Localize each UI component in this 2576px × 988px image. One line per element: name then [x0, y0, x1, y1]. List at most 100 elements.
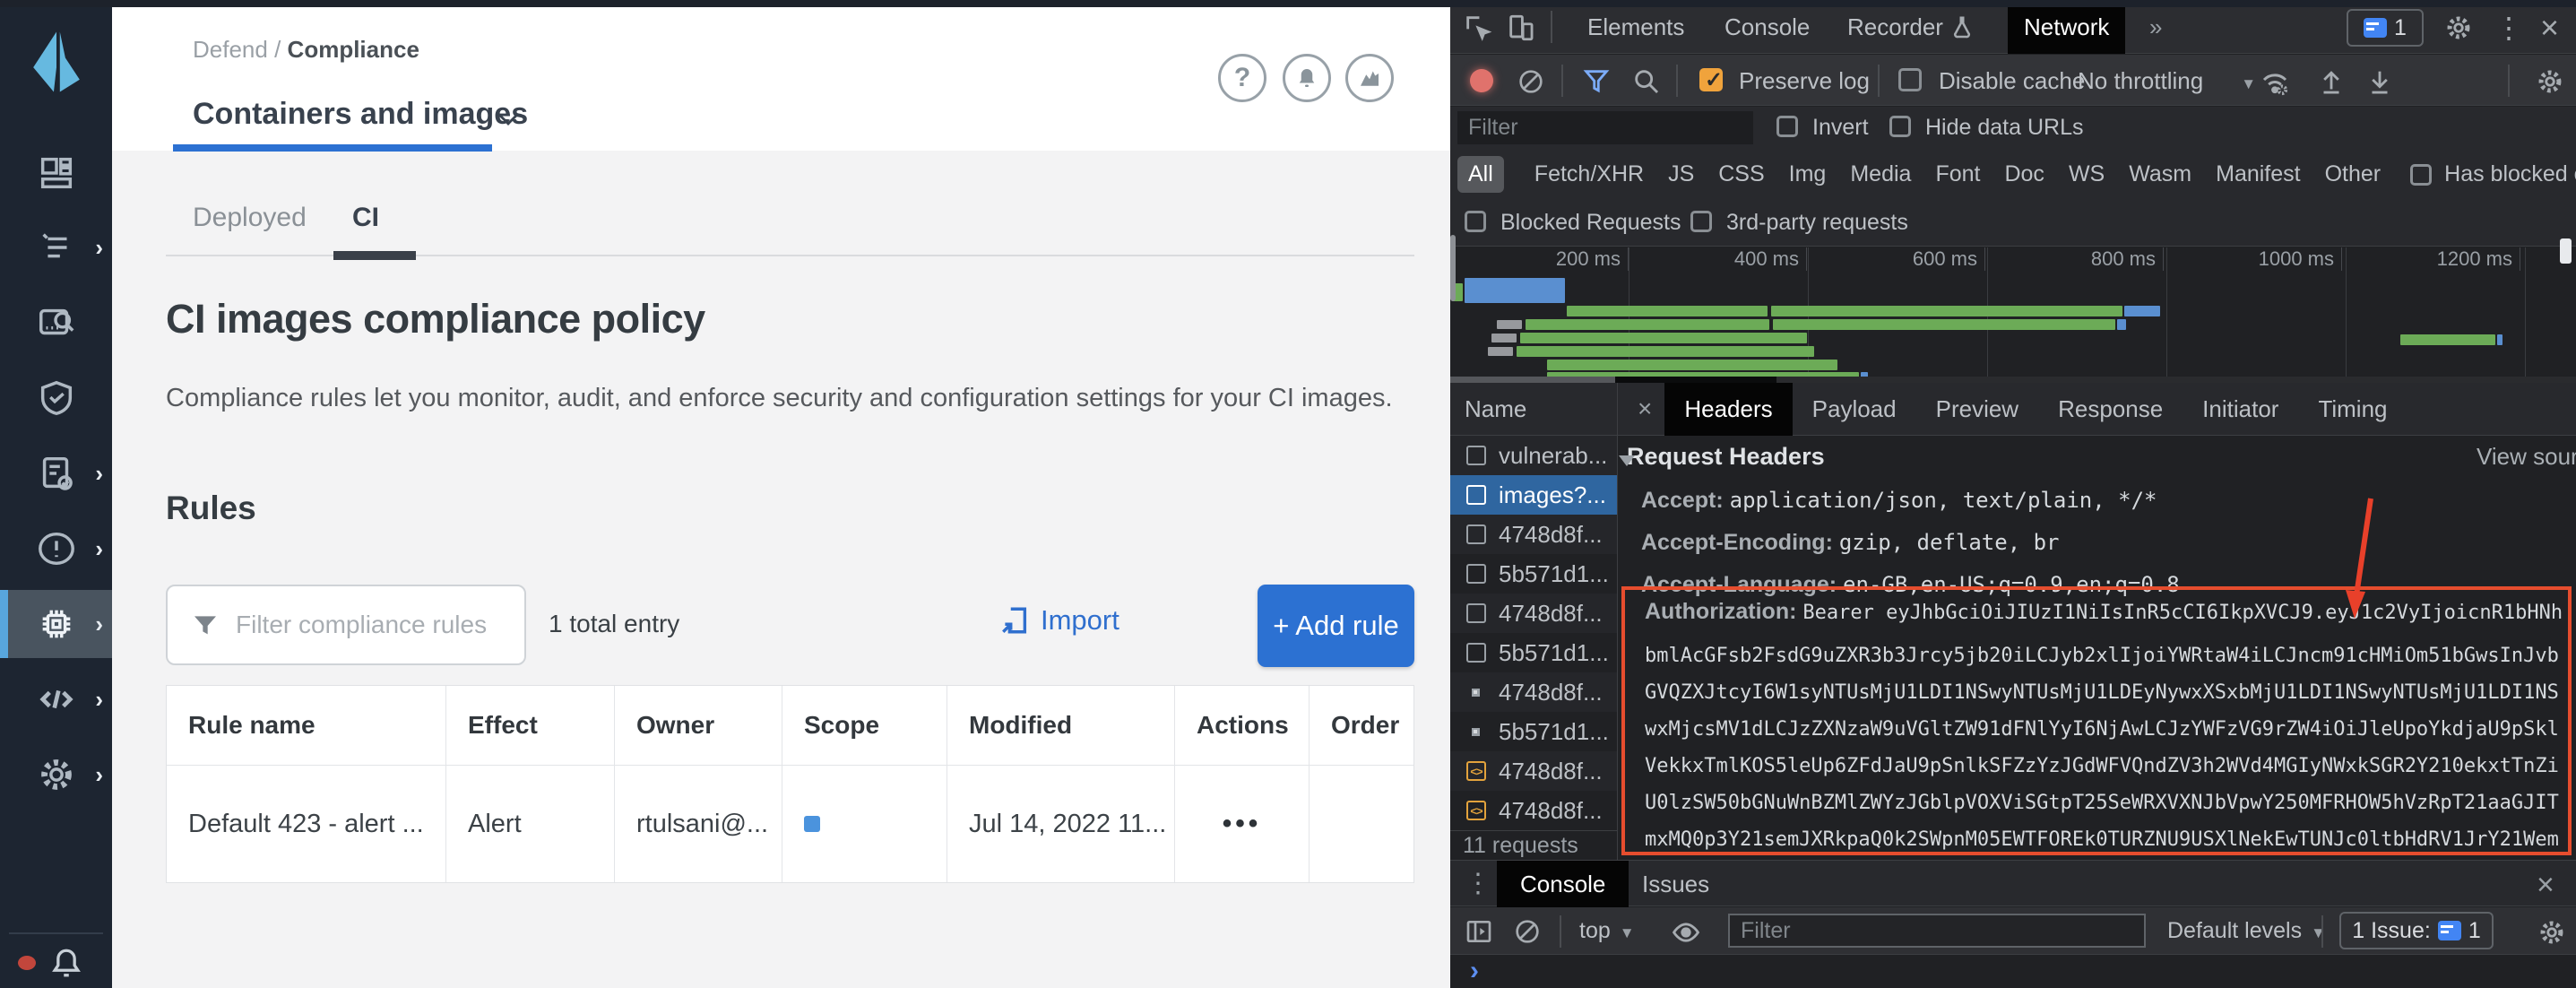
vertical-scrollbar-thumb[interactable] [1450, 235, 1456, 301]
import-har-button[interactable] [2316, 66, 2347, 97]
tab-deployed[interactable]: Deployed [193, 203, 307, 233]
device-toolbar-button[interactable] [1506, 13, 1536, 43]
tab-preview[interactable]: Preview [1916, 383, 2038, 436]
network-request-row[interactable]: 5b571d1... [1450, 554, 1617, 594]
sidebar-item-policies[interactable]: › [0, 213, 112, 282]
network-settings-button[interactable] [2535, 66, 2565, 97]
more-tabs-button[interactable]: » [2133, 0, 2178, 54]
rules-filter-input[interactable] [234, 592, 512, 658]
table-row[interactable]: Default 423 - alert ... Alert rtulsani@.… [167, 766, 1413, 882]
console-filter-input[interactable] [1728, 914, 2146, 948]
sidebar-item-scanning-active[interactable]: › [0, 590, 112, 658]
issues-counter-button[interactable]: 1 [2347, 9, 2424, 47]
tab-timing[interactable]: Timing [2298, 383, 2407, 436]
issue-badge-button[interactable]: 1 Issue: 1 [2339, 912, 2494, 949]
sidebar-item-integrations[interactable]: › [0, 665, 112, 733]
log-levels-select[interactable]: Default levels▼ [2167, 918, 2326, 944]
drawer-close-icon[interactable]: × [2537, 868, 2554, 903]
network-request-row[interactable]: 4748d8f... [1450, 791, 1617, 830]
console-sidebar-toggle[interactable] [1465, 917, 1493, 946]
cell-rule-name[interactable]: Default 423 - alert ... [167, 766, 446, 882]
hide-data-urls-label[interactable]: Hide data URLs [1925, 115, 2083, 141]
tab-initiator[interactable]: Initiator [2183, 383, 2298, 436]
view-source-link[interactable]: View sour [2477, 443, 2576, 471]
tab-ci[interactable]: CI [352, 203, 379, 233]
network-request-row[interactable]: 4748d8f... [1450, 672, 1617, 712]
chip-all[interactable]: All [1457, 156, 1504, 193]
col-scope[interactable]: Scope [782, 686, 947, 765]
sidebar-item-image-scanning[interactable] [0, 289, 112, 357]
add-rule-button[interactable]: + Add rule [1258, 585, 1414, 667]
hide-data-urls-checkbox[interactable] [1889, 116, 1911, 137]
has-blocked-cookies-label[interactable]: Has blocked cookies [2444, 161, 2576, 187]
col-modified[interactable]: Modified [947, 686, 1175, 765]
devtools-settings-button[interactable] [2443, 13, 2474, 43]
network-request-row[interactable]: vulnerab... [1450, 436, 1617, 475]
resource-type-chip[interactable]: JS [1668, 161, 1694, 187]
third-party-label[interactable]: 3rd-party requests [1726, 210, 1908, 236]
record-button[interactable] [1470, 69, 1493, 92]
network-request-row[interactable]: 4748d8f... [1450, 594, 1617, 633]
col-rule-name[interactable]: Rule name [167, 686, 446, 765]
resource-type-chip[interactable]: Media [1850, 161, 1911, 187]
sidebar-item-events[interactable]: › [0, 515, 112, 583]
sidebar-item-compliance[interactable]: › [0, 439, 112, 507]
sysdig-logo[interactable] [0, 22, 112, 102]
resource-type-chip[interactable]: Img [1789, 161, 1827, 187]
sidebar-item-posture[interactable] [0, 364, 112, 432]
resource-type-chip[interactable]: Other [2325, 161, 2382, 187]
resource-type-chip[interactable]: Fetch/XHR [1534, 161, 1644, 187]
notifications-button[interactable] [1283, 54, 1331, 102]
usage-button[interactable] [1345, 54, 1394, 102]
scrollbar-corner-thumb[interactable] [2560, 238, 2572, 264]
blocked-requests-label[interactable]: Blocked Requests [1500, 210, 1681, 236]
preserve-log-checkbox[interactable] [1699, 68, 1723, 91]
devtools-tab-elements[interactable]: Elements [1571, 0, 1700, 54]
disable-cache-label[interactable]: Disable cache [1939, 67, 2085, 95]
devtools-menu-button[interactable]: ⋮ [2494, 11, 2523, 45]
devtools-tab-network[interactable]: Network [2008, 0, 2125, 54]
has-blocked-cookies-checkbox[interactable] [2410, 164, 2432, 186]
throttling-select[interactable]: No throttling▼ [2078, 67, 2256, 95]
clear-console-button[interactable] [1513, 917, 1542, 946]
sidebar-item-dashboard[interactable] [0, 139, 112, 207]
drawer-tab-console[interactable]: Console [1497, 861, 1629, 907]
sidebar-bell[interactable] [47, 943, 90, 983]
console-eye-button[interactable] [1671, 917, 1701, 948]
row-actions-button[interactable]: ••• [1223, 809, 1262, 839]
policy-type-selector[interactable]: Containers and images [193, 97, 528, 132]
resource-type-chip[interactable]: WS [2069, 161, 2105, 187]
network-request-row[interactable]: images?... [1450, 475, 1617, 515]
blocked-requests-checkbox[interactable] [1465, 211, 1486, 232]
devtools-tab-console[interactable]: Console [1708, 0, 1826, 54]
console-settings-button[interactable] [2537, 917, 2567, 948]
context-selector[interactable]: top▼ [1579, 918, 1635, 944]
name-column-header[interactable]: Name [1450, 383, 1618, 436]
tab-payload[interactable]: Payload [1793, 383, 1916, 436]
drawer-tab-issues[interactable]: Issues [1619, 861, 1733, 907]
disclosure-triangle-icon[interactable] [1619, 455, 1635, 466]
sidebar-item-settings[interactable]: › [0, 741, 112, 809]
network-search-button[interactable] [1631, 66, 1662, 97]
help-button[interactable]: ? [1218, 54, 1266, 102]
clear-network-log-button[interactable] [1517, 67, 1545, 96]
tab-response[interactable]: Response [2038, 383, 2183, 436]
preserve-log-label[interactable]: Preserve log [1739, 67, 1870, 95]
resource-type-chip[interactable]: Wasm [2129, 161, 2191, 187]
resource-type-chip[interactable]: Manifest [2216, 161, 2300, 187]
console-prompt-row[interactable]: › [1450, 956, 2576, 988]
drawer-menu-icon[interactable]: ⋮ [1465, 868, 1491, 899]
breadcrumb-section[interactable]: Defend [193, 36, 268, 63]
col-effect[interactable]: Effect [446, 686, 615, 765]
resource-type-chip[interactable]: Font [1935, 161, 1980, 187]
tab-headers[interactable]: Headers [1664, 383, 1792, 436]
network-request-row[interactable]: 5b571d1... [1450, 712, 1617, 751]
network-request-row[interactable]: 5b571d1... [1450, 633, 1617, 672]
col-owner[interactable]: Owner [615, 686, 782, 765]
resource-type-chip[interactable]: CSS [1718, 161, 1764, 187]
network-conditions-button[interactable] [2259, 66, 2291, 99]
network-filter-input[interactable] [1457, 111, 1753, 144]
resource-type-chip[interactable]: Doc [2004, 161, 2044, 187]
third-party-checkbox[interactable] [1690, 211, 1712, 232]
network-request-row[interactable]: 4748d8f... [1450, 515, 1617, 554]
